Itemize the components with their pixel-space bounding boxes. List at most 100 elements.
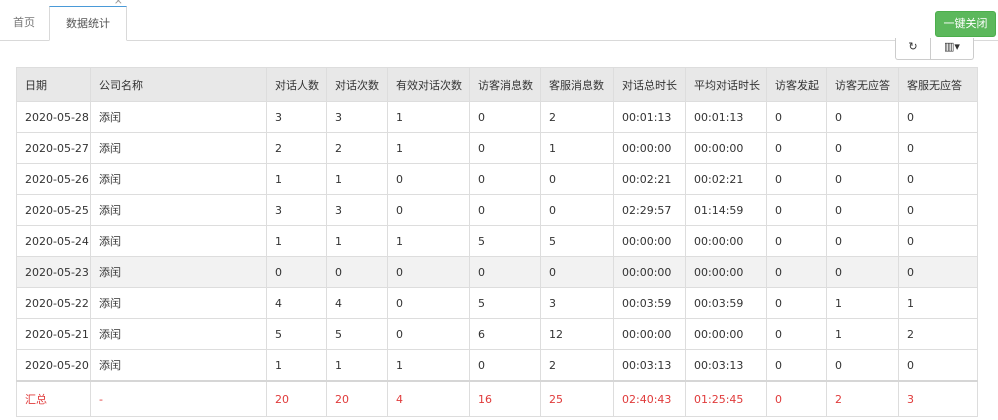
table-cell: 0 (766, 287, 827, 319)
total-cell: 02:40:43 (613, 380, 686, 417)
table-row[interactable]: 2020-05-25 添闰 3 3 0 0 0 02:29:57 01:14:59 0 0 0 (16, 194, 978, 226)
table-cell: 0 (387, 318, 470, 350)
total-cell: 2 (826, 380, 899, 417)
table-cell: 0 (766, 225, 827, 257)
close-icon[interactable]: × (114, 0, 123, 7)
table-cell: 0 (266, 256, 327, 288)
table-cell: 0 (469, 132, 541, 164)
refresh-icon: ↻ (908, 40, 918, 53)
table-cell: 0 (898, 132, 978, 164)
table-cell: 00:00:00 (613, 132, 686, 164)
table-cell: 0 (898, 349, 978, 382)
tab-data-statistics[interactable]: 数据统计 × (49, 0, 127, 41)
table-cell: 3 (266, 101, 327, 133)
table-cell: 0 (898, 101, 978, 133)
column-header[interactable]: 客服无应答 (898, 67, 978, 102)
table-cell: 添闰 (90, 194, 267, 226)
table-cell: 1 (326, 349, 388, 382)
table-cell: 00:00:00 (685, 318, 767, 350)
close-all-button[interactable]: 一键关闭 (935, 11, 996, 37)
table-header-row: 日期 公司名称 对话人数 对话次数 有效对话次数 访客消息数 客服消息数 对话总时长 平均对话时… (16, 67, 978, 102)
column-header[interactable]: 平均对话时长 (685, 67, 767, 102)
columns-toggle-button[interactable]: ▥▾ (930, 38, 974, 60)
table-row[interactable]: 2020-05-20 添闰 1 1 1 0 2 00:03:13 00:03:13 0 0 0 (16, 349, 978, 382)
table-cell: 添闰 (90, 225, 267, 257)
table-cell: 4 (326, 287, 388, 319)
table-cell: 5 (540, 225, 614, 257)
table-cell: 5 (266, 318, 327, 350)
tab-data-statistics-label: 数据统计 (66, 17, 110, 30)
refresh-button[interactable]: ↻ (895, 38, 931, 60)
table-row[interactable]: 2020-05-21 添闰 5 5 0 6 12 00:00:00 00:00:00 0 1 2 (16, 318, 978, 350)
table-cell: 1 (326, 163, 388, 195)
table-cell: 3 (266, 194, 327, 226)
table-cell: 3 (540, 287, 614, 319)
table-cell: 添闰 (90, 132, 267, 164)
columns-icon: ▥▾ (944, 40, 960, 53)
table-cell: 00:00:00 (613, 225, 686, 257)
table-cell: 12 (540, 318, 614, 350)
table-cell: 添闰 (90, 349, 267, 382)
total-cell: 0 (766, 380, 827, 417)
table-row[interactable]: 2020-05-27 添闰 2 2 1 0 1 00:00:00 00:00:00 0 0 0 (16, 132, 978, 164)
table-cell: 3 (326, 101, 388, 133)
total-cell: - (90, 380, 267, 417)
tab-home[interactable]: 首页 (0, 6, 48, 39)
column-header[interactable]: 对话总时长 (613, 67, 686, 102)
table-cell: 2020-05-26 (16, 163, 91, 195)
table-cell: 2020-05-23 (16, 256, 91, 288)
table-cell: 0 (326, 256, 388, 288)
table-row[interactable]: 2020-05-24 添闰 1 1 1 5 5 00:00:00 00:00:00 0 0 0 (16, 225, 978, 257)
table-cell: 0 (540, 163, 614, 195)
table-cell: 00:00:00 (685, 132, 767, 164)
table-cell: 2 (540, 349, 614, 382)
table-cell: 0 (766, 101, 827, 133)
table-cell: 0 (826, 163, 899, 195)
column-header[interactable]: 客服消息数 (540, 67, 614, 102)
table-cell: 2020-05-24 (16, 225, 91, 257)
table-cell: 1 (387, 349, 470, 382)
table-row[interactable]: 2020-05-26 添闰 1 1 0 0 0 00:02:21 00:02:21 0 0 0 (16, 163, 978, 195)
table-cell: 1 (387, 225, 470, 257)
total-cell: 01:25:45 (685, 380, 767, 417)
table-cell: 02:29:57 (613, 194, 686, 226)
column-header[interactable]: 访客消息数 (469, 67, 541, 102)
column-header[interactable]: 日期 (16, 67, 91, 102)
table-cell: 0 (766, 256, 827, 288)
table-row[interactable]: 2020-05-28 添闰 3 3 1 0 2 00:01:13 00:01:13 0 0 0 (16, 101, 978, 133)
column-header[interactable]: 有效对话次数 (387, 67, 470, 102)
table-cell: 0 (766, 318, 827, 350)
column-header[interactable]: 对话人数 (266, 67, 327, 102)
table-row[interactable]: 2020-05-23 添闰 0 0 0 0 0 00:00:00 00:00:00 0 0 0 (16, 256, 978, 288)
stats-table: 日期 公司名称 对话人数 对话次数 有效对话次数 访客消息数 客服消息数 对话总时长 平均对话时… (16, 67, 978, 417)
table-cell: 1 (387, 132, 470, 164)
column-header[interactable]: 访客发起 (766, 67, 827, 102)
table-cell: 0 (766, 163, 827, 195)
table-cell: 0 (540, 256, 614, 288)
table-cell: 添闰 (90, 101, 267, 133)
table-cell: 2 (326, 132, 388, 164)
table-cell: 5 (469, 225, 541, 257)
column-header[interactable]: 公司名称 (90, 67, 267, 102)
table-cell: 2020-05-21 (16, 318, 91, 350)
column-header[interactable]: 对话次数 (326, 67, 388, 102)
table-cell: 添闰 (90, 318, 267, 350)
table-cell: 0 (469, 256, 541, 288)
table-cell: 0 (469, 101, 541, 133)
table-cell: 5 (326, 318, 388, 350)
table-row[interactable]: 2020-05-22 添闰 4 4 0 5 3 00:03:59 00:03:59 0 1 1 (16, 287, 978, 319)
table-cell: 5 (469, 287, 541, 319)
table-cell: 1 (326, 225, 388, 257)
table-cell: 0 (826, 132, 899, 164)
table-cell: 0 (826, 194, 899, 226)
column-header[interactable]: 访客无应答 (826, 67, 899, 102)
total-row: 汇总 -20 20 4 16 25 02:40:43 01:25:45 0 2 3 (16, 380, 978, 417)
table-cell: 0 (540, 194, 614, 226)
table-cell: 2 (898, 318, 978, 350)
table-cell: 0 (766, 349, 827, 382)
table-cell: 2020-05-20 (16, 349, 91, 382)
table-cell: 1 (387, 101, 470, 133)
table-cell: 00:03:59 (685, 287, 767, 319)
table-cell: 00:00:00 (613, 256, 686, 288)
table-cell: 0 (766, 194, 827, 226)
